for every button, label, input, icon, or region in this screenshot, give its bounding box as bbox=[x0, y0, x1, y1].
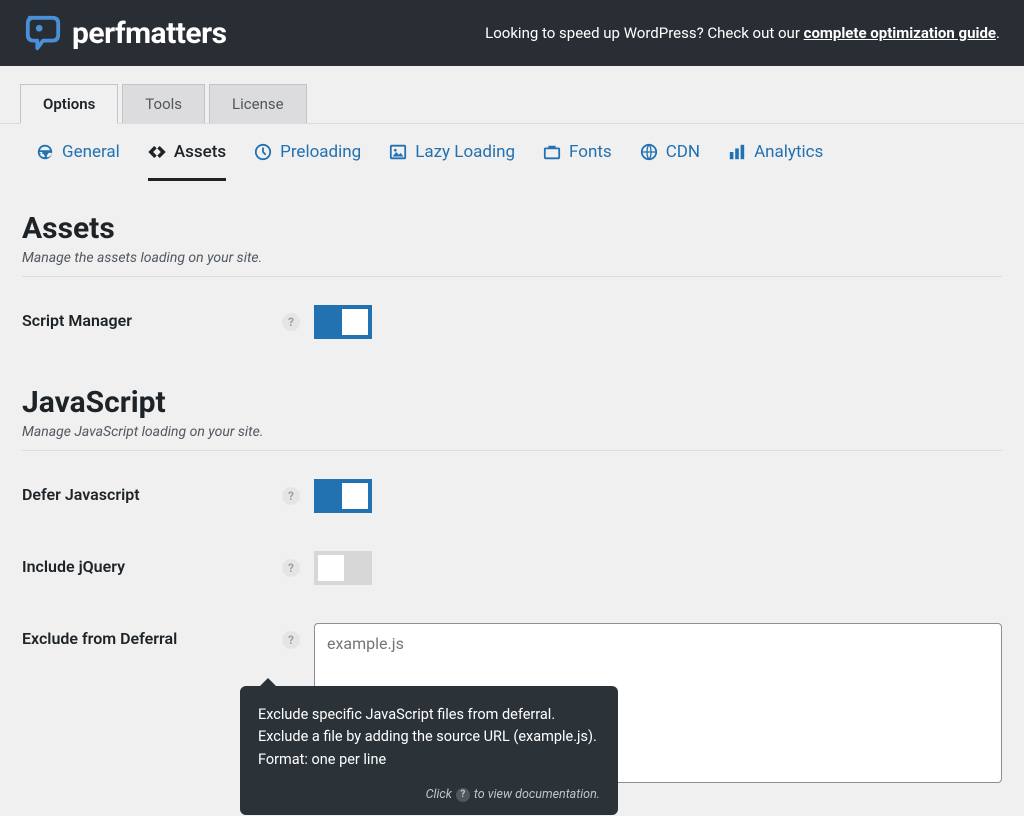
tooltip-footer-suffix: to view documentation. bbox=[474, 785, 600, 804]
script-manager-label: Script Manager bbox=[22, 305, 282, 330]
subnav-analytics[interactable]: Analytics bbox=[728, 142, 823, 181]
exclude-deferral-label: Exclude from Deferral bbox=[22, 623, 282, 648]
tab-options[interactable]: Options bbox=[20, 84, 118, 124]
include-jquery-toggle[interactable] bbox=[314, 551, 372, 585]
header-promo: Looking to speed up WordPress? Check out… bbox=[485, 24, 1000, 42]
script-manager-toggle[interactable] bbox=[314, 305, 372, 339]
dashboard-icon bbox=[36, 143, 54, 161]
include-jquery-label: Include jQuery bbox=[22, 551, 282, 576]
code-icon bbox=[148, 143, 166, 161]
help-icon[interactable]: ? bbox=[282, 631, 300, 649]
divider bbox=[22, 276, 1002, 277]
help-icon[interactable]: ? bbox=[282, 559, 300, 577]
defer-js-label: Defer Javascript bbox=[22, 479, 282, 504]
subnav-cdn[interactable]: CDN bbox=[640, 142, 700, 181]
tooltip-footer-prefix: Click bbox=[426, 785, 452, 804]
subnav-general[interactable]: General bbox=[36, 142, 120, 181]
brand-logo-icon bbox=[24, 14, 62, 52]
defer-js-toggle[interactable] bbox=[314, 479, 372, 513]
chart-icon bbox=[728, 143, 746, 161]
image-icon bbox=[389, 143, 407, 161]
subnav-label: Fonts bbox=[569, 142, 612, 162]
top-tabs: Options Tools License bbox=[0, 66, 1024, 124]
briefcase-icon bbox=[543, 143, 561, 161]
tab-license[interactable]: License bbox=[209, 84, 307, 123]
brand-name: perfmatters bbox=[72, 16, 227, 51]
section-assets: Assets Manage the assets loading on your… bbox=[22, 211, 1002, 339]
promo-prefix: Looking to speed up WordPress? Check out… bbox=[485, 24, 804, 42]
brand: perfmatters bbox=[24, 14, 227, 52]
section-desc-js: Manage JavaScript loading on your site. bbox=[22, 424, 1002, 440]
subnav-label: Preloading bbox=[280, 142, 361, 162]
promo-suffix: . bbox=[996, 24, 1000, 42]
globe-icon bbox=[640, 143, 658, 161]
divider bbox=[22, 450, 1002, 451]
subnav-assets[interactable]: Assets bbox=[148, 142, 226, 181]
tooltip-exclude-deferral: Exclude specific JavaScript files from d… bbox=[240, 686, 618, 815]
subnav-fonts[interactable]: Fonts bbox=[543, 142, 612, 181]
app-header: perfmatters Looking to speed up WordPres… bbox=[0, 0, 1024, 66]
subnav-label: Lazy Loading bbox=[415, 142, 515, 162]
section-title-js: JavaScript bbox=[22, 385, 1002, 420]
section-title-assets: Assets bbox=[22, 211, 1002, 246]
tooltip-footer: Click ? to view documentation. bbox=[258, 785, 600, 804]
section-desc-assets: Manage the assets loading on your site. bbox=[22, 250, 1002, 266]
tooltip-body: Exclude specific JavaScript files from d… bbox=[258, 704, 600, 771]
subnav-lazy-loading[interactable]: Lazy Loading bbox=[389, 142, 515, 181]
help-icon: ? bbox=[456, 788, 470, 802]
help-icon[interactable]: ? bbox=[282, 313, 300, 331]
field-defer-js: Defer Javascript ? bbox=[22, 479, 1002, 513]
field-include-jquery: Include jQuery ? bbox=[22, 551, 1002, 585]
tab-tools[interactable]: Tools bbox=[122, 84, 205, 123]
subnav-preloading[interactable]: Preloading bbox=[254, 142, 361, 181]
field-script-manager: Script Manager ? bbox=[22, 305, 1002, 339]
subnav-label: Assets bbox=[174, 142, 226, 162]
subnav-label: Analytics bbox=[754, 142, 823, 162]
clock-icon bbox=[254, 143, 272, 161]
subnav: General Assets Preloading Lazy Loading F… bbox=[0, 124, 1024, 181]
help-icon[interactable]: ? bbox=[282, 487, 300, 505]
promo-link[interactable]: complete optimization guide bbox=[804, 24, 996, 42]
subnav-label: CDN bbox=[666, 142, 700, 162]
subnav-label: General bbox=[62, 142, 120, 162]
